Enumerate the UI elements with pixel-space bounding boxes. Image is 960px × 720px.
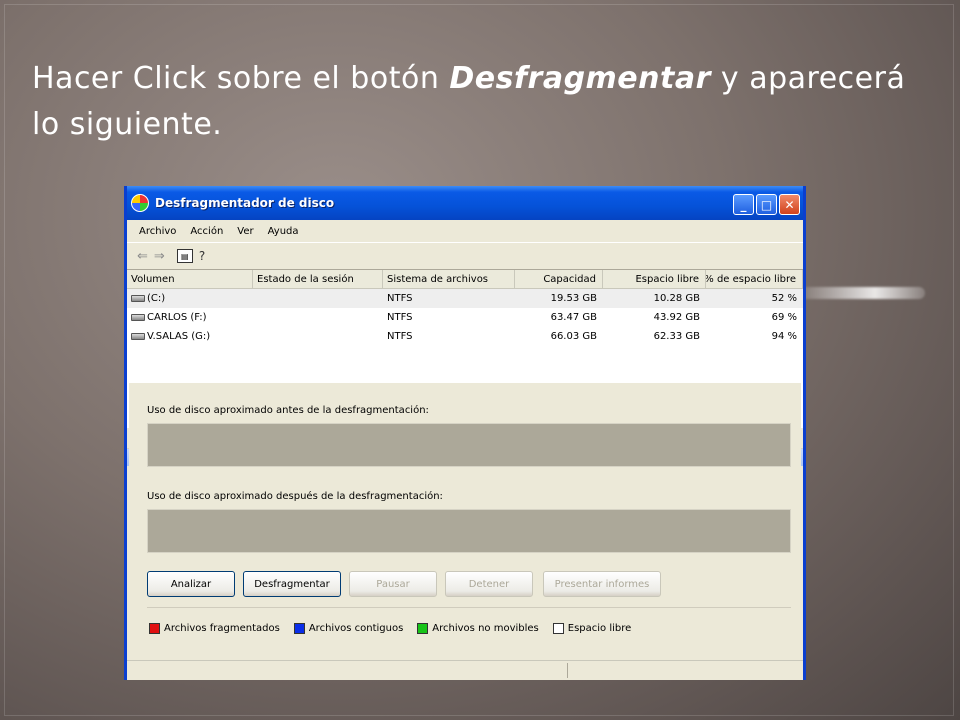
toolbar: ⇐ ⇒ ▤ ? (127, 243, 803, 270)
volume-fs: NTFS (387, 312, 413, 323)
volume-name: V.SALAS (G:) (147, 331, 211, 342)
help-icon[interactable]: ? (199, 249, 205, 263)
close-button[interactable]: ✕ (779, 194, 800, 215)
properties-icon[interactable]: ▤ (176, 249, 193, 263)
legend-item: Espacio libre (552, 623, 632, 634)
col-estado[interactable]: Estado de la sesión (253, 270, 383, 288)
status-bar (127, 660, 803, 680)
legend: Archivos fragmentados Archivos contiguos… (149, 623, 631, 634)
volume-free-pct: 52 % (771, 293, 797, 304)
table-header: Volumen Estado de la sesión Sistema de a… (127, 270, 803, 289)
light-streak (800, 287, 925, 299)
menu-bar: Archivo Acción Ver Ayuda (127, 220, 803, 243)
white-swatch-icon (552, 623, 564, 634)
col-capacidad[interactable]: Capacidad (515, 270, 603, 288)
maximize-button[interactable]: □ (756, 194, 777, 215)
green-swatch-icon (417, 623, 429, 634)
table-row[interactable]: V.SALAS (G:) NTFS 66.03 GB 62.33 GB 94 % (127, 327, 803, 346)
volume-free: 62.33 GB (653, 331, 700, 342)
legend-label: Archivos fragmentados (164, 623, 280, 634)
volume-status (253, 308, 383, 327)
drive-icon (131, 295, 145, 302)
minimize-button[interactable]: _ (733, 194, 754, 215)
legend-label: Archivos no movibles (432, 623, 539, 634)
legend-label: Espacio libre (567, 623, 632, 634)
volume-status (253, 289, 383, 308)
stop-button[interactable]: Detener (445, 571, 533, 597)
title-bar[interactable]: Desfragmentador de disco _ □ ✕ (127, 186, 803, 220)
col-porcentaje[interactable]: % de espacio libre (706, 270, 803, 288)
defrag-app-icon (131, 194, 149, 212)
menu-ver[interactable]: Ver (237, 226, 253, 237)
after-usage-bar (147, 509, 791, 553)
volume-capacity: 19.53 GB (550, 293, 597, 304)
col-volumen[interactable]: Volumen (127, 270, 253, 288)
analyze-button[interactable]: Analizar (147, 571, 235, 597)
forward-arrow-icon[interactable]: ⇒ (154, 249, 165, 264)
back-arrow-icon[interactable]: ⇐ (137, 249, 148, 264)
volume-name: CARLOS (F:) (147, 312, 207, 323)
menu-ayuda[interactable]: Ayuda (268, 226, 299, 237)
drive-icon (131, 333, 145, 340)
volume-fs: NTFS (387, 331, 413, 342)
pause-button[interactable]: Pausar (349, 571, 437, 597)
report-button[interactable]: Presentar informes (543, 571, 661, 597)
table-row[interactable]: CARLOS (F:) NTFS 63.47 GB 43.92 GB 69 % (127, 308, 803, 327)
divider (147, 607, 791, 608)
after-label: Uso de disco aproximado después de la de… (147, 491, 443, 502)
volume-fs: NTFS (387, 293, 413, 304)
volume-status (253, 327, 383, 346)
volume-free: 43.92 GB (653, 312, 700, 323)
legend-item: Archivos contiguos (293, 623, 404, 634)
col-sistema[interactable]: Sistema de archivos (383, 270, 515, 288)
window-title: Desfragmentador de disco (155, 196, 335, 210)
drive-icon (131, 314, 145, 321)
window-controls: _ □ ✕ (733, 194, 800, 215)
volume-free: 10.28 GB (653, 293, 700, 304)
volume-free-pct: 94 % (771, 331, 797, 342)
col-espacio-libre[interactable]: Espacio libre (603, 270, 706, 288)
table-row[interactable]: (C:) NTFS 19.53 GB 10.28 GB 52 % (127, 289, 803, 308)
defrag-window: Desfragmentador de disco _ □ ✕ Archivo A… (124, 186, 806, 680)
status-divider (567, 663, 568, 678)
volume-free-pct: 69 % (771, 312, 797, 323)
analysis-pane: Uso de disco aproximado antes de la desf… (129, 382, 801, 660)
heading-text-pre: Hacer Click sobre el botón (32, 61, 450, 96)
before-usage-bar (147, 423, 791, 467)
defragment-button[interactable]: Desfragmentar (243, 571, 341, 597)
red-swatch-icon (149, 623, 160, 634)
legend-item: Archivos fragmentados (149, 623, 280, 634)
blue-swatch-icon (293, 623, 305, 634)
volume-name: (C:) (147, 293, 166, 304)
legend-item: Archivos no movibles (417, 623, 539, 634)
heading-emphasis: Desfragmentar (449, 61, 711, 96)
menu-archivo[interactable]: Archivo (139, 226, 176, 237)
legend-label: Archivos contiguos (308, 623, 404, 634)
slide-heading: Hacer Click sobre el botón Desfragmentar… (32, 56, 912, 148)
before-label: Uso de disco aproximado antes de la desf… (147, 405, 429, 416)
menu-accion[interactable]: Acción (190, 226, 223, 237)
volume-capacity: 63.47 GB (550, 312, 597, 323)
volume-capacity: 66.03 GB (550, 331, 597, 342)
